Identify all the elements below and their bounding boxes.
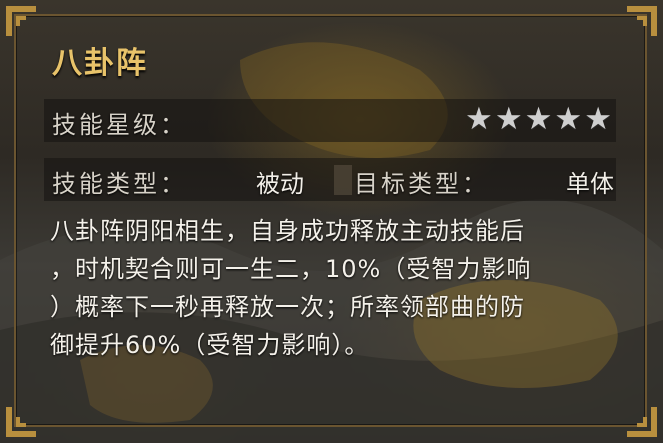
skill-description: 八卦阵阴阳相生，自身成功释放主动技能后 ，时机契合则可一生二，10%（受智力影响 ）… [50,212,618,364]
skill-star-rating: ★ ★ ★ ★ ★ [465,104,612,135]
star-icon: ★ [524,101,553,137]
skill-type-row: 技能类型： 被动 目标类型： 单体 [44,158,616,201]
skill-name-title: 八卦阵 [52,46,148,81]
star-icon: ★ [494,101,523,137]
skill-type-value: 被动 [256,170,304,198]
description-line: 御提升60%（受智力影响）。 [50,331,370,359]
target-type-value: 单体 [566,170,614,198]
description-line: 八卦阵阴阳相生，自身成功释放主动技能后 [50,217,525,245]
description-line: ）概率下一秒再释放一次；所率领部曲的防 [50,293,525,321]
corner-ornament-icon [625,405,659,439]
corner-ornament-icon [4,405,38,439]
description-line: ，时机契合则可一生二，10%（受智力影响 [50,255,532,283]
corner-ornament-icon [4,4,38,38]
skill-tooltip-panel: 八卦阵 技能星级： ★ ★ ★ ★ ★ 技能类型： 被动 目标类型： 单体 八卦阵阴阳相… [0,0,663,443]
star-icon: ★ [465,101,493,137]
skill-star-row: 技能星级： ★ ★ ★ ★ ★ [44,99,616,142]
row-divider [334,165,352,195]
corner-ornament-icon [625,4,659,38]
skill-star-label: 技能星级： [52,111,187,139]
skill-type-label: 技能类型： [52,170,187,198]
star-icon: ★ [584,101,612,137]
star-icon: ★ [554,101,583,137]
target-type-label: 目标类型： [354,170,489,198]
